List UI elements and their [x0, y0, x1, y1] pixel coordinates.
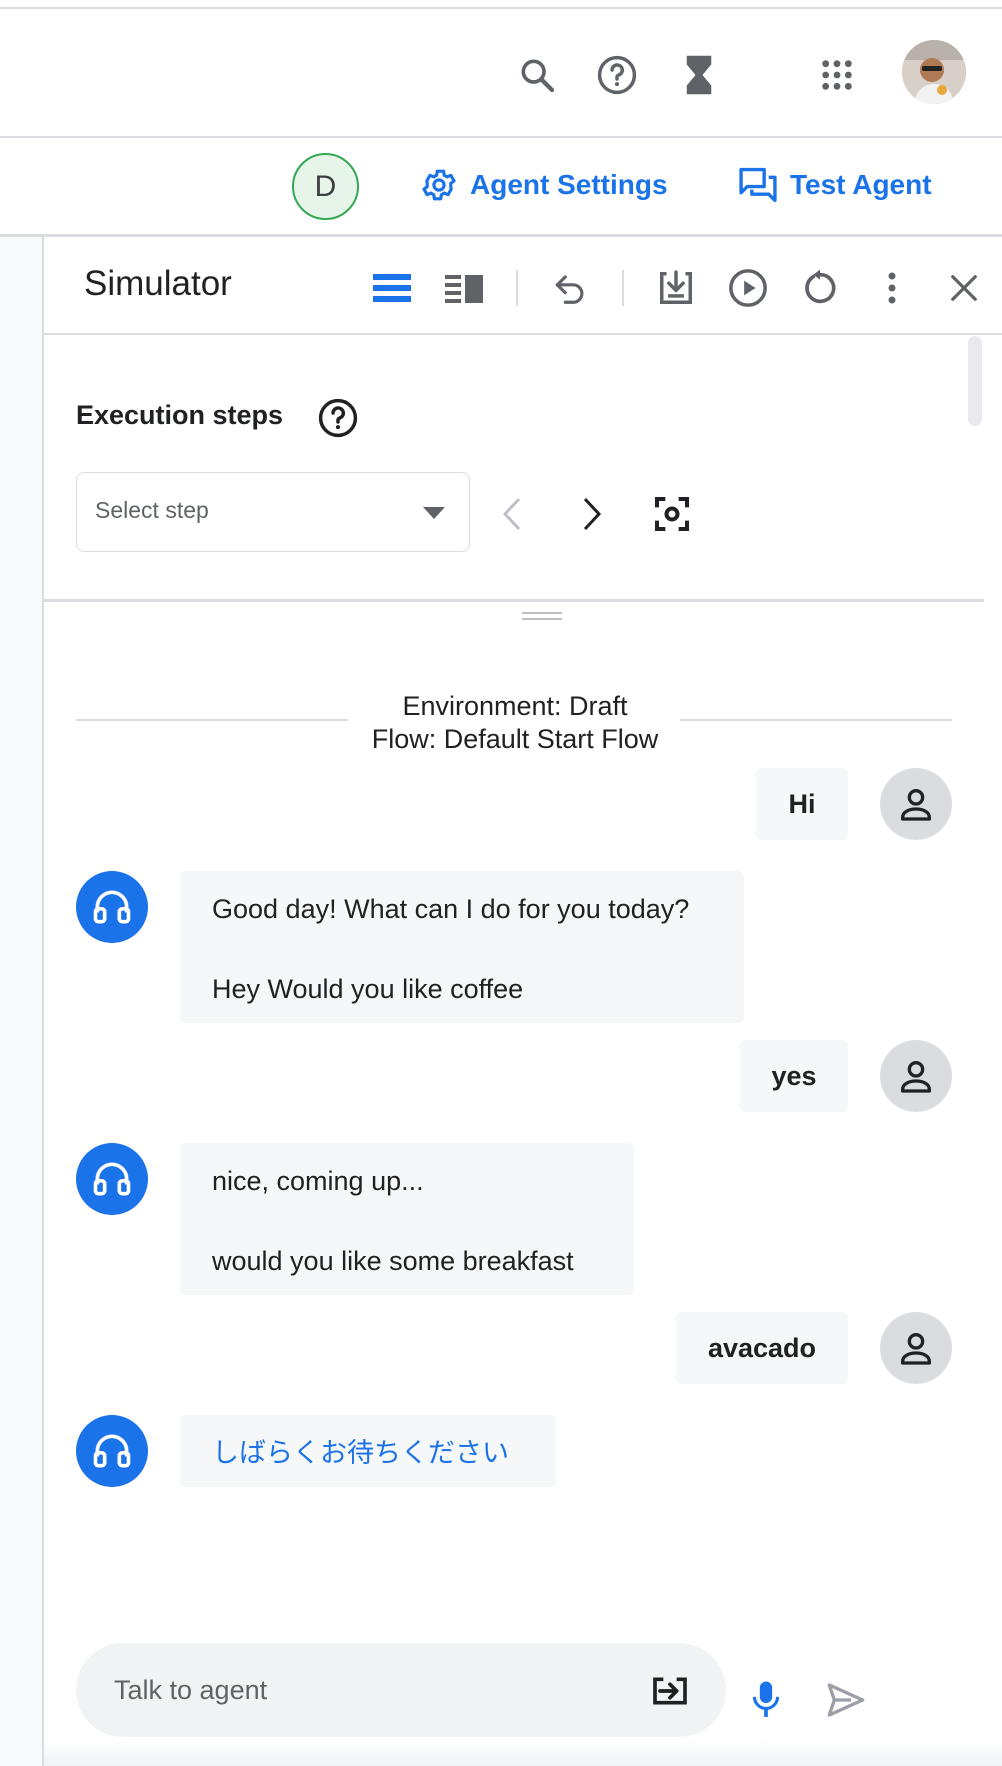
execution-steps-section	[44, 335, 984, 602]
agent-settings-button[interactable]: Agent Settings	[420, 166, 668, 204]
send-icon	[825, 1680, 867, 1720]
environment-badge[interactable]: D	[292, 153, 359, 220]
talk-to-agent-field	[76, 1643, 726, 1737]
user-message: yes	[740, 1040, 848, 1112]
agent-message: Good day! What can I do for you today? H…	[180, 871, 744, 1023]
environment-label: Environment: Draft	[402, 691, 628, 721]
simulator-title: Simulator	[84, 264, 232, 303]
resize-handle[interactable]	[522, 612, 562, 614]
reset-icon	[800, 268, 840, 308]
select-step-placeholder: Select step	[95, 497, 209, 523]
search-icon	[517, 55, 557, 95]
search-button[interactable]	[512, 50, 562, 100]
user-avatar-icon	[880, 768, 952, 840]
agent-settings-label: Agent Settings	[470, 169, 668, 200]
chevron-right-icon	[582, 497, 602, 531]
user-avatar-icon	[880, 1312, 952, 1384]
send-button[interactable]	[822, 1676, 870, 1724]
toolbar-separator	[622, 270, 624, 306]
microphone-icon	[750, 1680, 782, 1720]
split-view-icon	[445, 273, 483, 303]
flow-label: Flow: Default Start Flow	[371, 724, 659, 754]
hourglass-icon	[684, 54, 714, 96]
play-button[interactable]	[726, 266, 770, 310]
message-text: Hi	[788, 788, 816, 819]
focus-step-button[interactable]	[650, 492, 694, 536]
message-line: しばらくお待ちください	[212, 1438, 509, 1468]
apps-button[interactable]	[812, 50, 862, 100]
close-simulator-button[interactable]	[942, 266, 986, 310]
center-focus-icon	[652, 494, 692, 534]
agent-message-link[interactable]: しばらくお待ちください	[180, 1415, 556, 1487]
agent-message: nice, coming up... would you like some b…	[180, 1143, 634, 1295]
user-avatar-icon	[880, 1040, 952, 1112]
close-icon	[949, 273, 979, 303]
more-options-button[interactable]	[870, 266, 914, 310]
bottom-edge	[44, 1740, 1002, 1766]
help-icon	[316, 396, 360, 440]
user-avatar[interactable]	[902, 40, 966, 104]
test-agent-label: Test Agent	[790, 169, 932, 200]
test-agent-button[interactable]: Test Agent	[738, 166, 932, 204]
message-line: would you like some breakfast	[212, 1246, 574, 1276]
toolbar-separator	[516, 270, 518, 306]
scrollbar-thumb[interactable]	[968, 336, 982, 426]
message-line: nice, coming up...	[212, 1166, 424, 1196]
split-view-button[interactable]	[442, 266, 486, 310]
gear-icon	[420, 166, 458, 204]
resize-handle[interactable]	[522, 618, 562, 620]
hourglass-button[interactable]	[674, 50, 724, 100]
undo-button[interactable]	[548, 266, 592, 310]
agent-avatar-icon	[76, 871, 148, 943]
undo-icon	[551, 269, 589, 307]
select-step-dropdown[interactable]: Select step	[76, 472, 470, 552]
execution-steps-help-button[interactable]	[316, 396, 360, 440]
execution-steps-title: Execution steps	[76, 400, 284, 430]
download-icon	[657, 269, 695, 307]
user-message: Hi	[756, 768, 848, 840]
agent-avatar-icon	[76, 1143, 148, 1215]
badge-letter: D	[314, 169, 337, 203]
talk-to-agent-input[interactable]	[112, 1669, 636, 1711]
help-icon	[595, 53, 639, 97]
microphone-button[interactable]	[744, 1676, 788, 1724]
message-text: yes	[771, 1060, 817, 1091]
apps-grid-icon	[820, 58, 854, 92]
download-button[interactable]	[654, 266, 698, 310]
help-button[interactable]	[592, 50, 642, 100]
list-view-button[interactable]	[370, 266, 414, 310]
reset-button[interactable]	[798, 266, 842, 310]
left-gutter	[0, 237, 44, 1766]
next-step-button[interactable]	[574, 492, 610, 536]
insert-input-button[interactable]	[648, 1669, 692, 1713]
previous-step-button[interactable]	[494, 492, 530, 536]
message-line: Hey Would you like coffee	[212, 974, 524, 1004]
more-vert-icon	[886, 271, 898, 305]
list-view-icon	[373, 273, 411, 303]
environment-info: Environment: Draft Flow: Default Start F…	[300, 690, 730, 756]
chat-icon	[738, 166, 778, 204]
agent-avatar-icon	[76, 1415, 148, 1487]
play-icon	[727, 267, 769, 309]
chevron-left-icon	[502, 497, 522, 531]
input-icon	[650, 1671, 690, 1711]
message-line: Good day! What can I do for you today?	[212, 894, 690, 924]
message-text: avacado	[707, 1332, 817, 1363]
user-message: avacado	[676, 1312, 848, 1384]
dropdown-arrow-icon	[423, 507, 445, 519]
